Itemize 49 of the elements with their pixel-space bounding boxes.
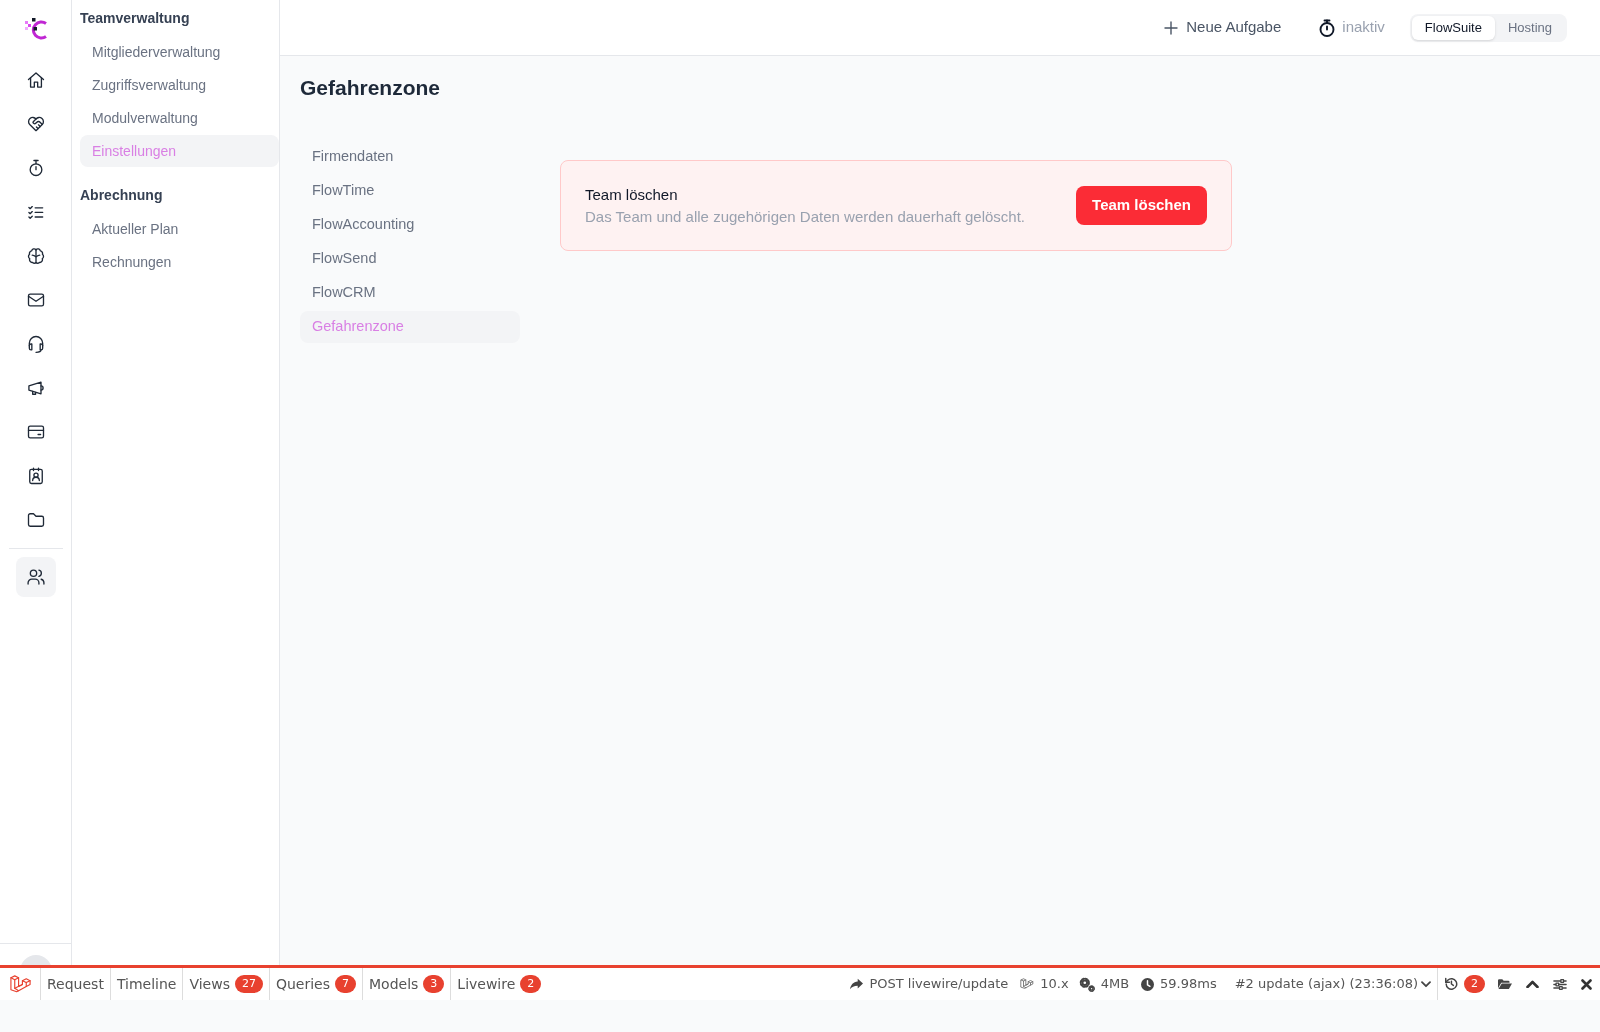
page-title: Gefahrenzone (300, 75, 442, 101)
section-heading: Teamverwaltung (80, 9, 191, 28)
nav-button[interactable] (15, 557, 56, 597)
count-badge: 7 (335, 975, 356, 993)
home-icon (25, 70, 46, 90)
cubes-icon (1020, 977, 1035, 991)
brain-icon (25, 246, 46, 266)
count-badge: 2 (1464, 975, 1485, 993)
gears-icon (1078, 976, 1095, 992)
subnav-item[interactable]: Firmendaten (300, 141, 520, 173)
new-task-button[interactable]: Neue Aufgabe (1164, 16, 1282, 39)
history-icon[interactable] (1444, 977, 1458, 991)
version-info: 10.x (1040, 975, 1069, 994)
app-switch-tab[interactable]: Hosting (1494, 15, 1565, 40)
request-info: POST livewire/update (869, 975, 1009, 994)
memory-info: 4MB (1100, 975, 1130, 994)
users-icon (25, 567, 46, 587)
card-description: Das Team und alle zugehörigen Daten werden dauerhaft gelöscht. (585, 206, 1025, 227)
plus-icon (1164, 20, 1179, 35)
sidebar-item[interactable]: Zugriffsverwaltung (80, 69, 279, 101)
subnav-item[interactable]: FlowTime (300, 175, 520, 207)
app-switch-tab[interactable]: FlowSuite (1411, 15, 1495, 40)
count-badge: 3 (423, 975, 445, 993)
share-arrow-icon (850, 978, 864, 990)
logo-icon[interactable] (23, 17, 48, 41)
count-badge: 2 (520, 975, 542, 993)
folder-open-icon[interactable] (1498, 978, 1512, 990)
clock-icon (1141, 977, 1155, 991)
sidebar-item[interactable]: Modulverwaltung (80, 102, 279, 134)
subnav-item[interactable]: FlowAccounting (300, 209, 520, 241)
chevron-up-icon[interactable] (1526, 980, 1539, 988)
chevron-down-icon (1421, 980, 1431, 988)
sidebar-item[interactable]: Mitgliederverwaltung (80, 36, 279, 68)
timer-button[interactable]: inaktiv (1318, 16, 1385, 39)
sidebar-item[interactable]: Rechnungen (80, 246, 279, 278)
stopwatch-icon (1318, 18, 1337, 37)
duration-info: 59.98ms (1160, 975, 1217, 994)
subnav-item[interactable]: FlowSend (300, 243, 520, 275)
heart-handshake-icon (25, 114, 46, 134)
request-select[interactable]: #2 update (ajax) (23:36:08) (1234, 974, 1437, 994)
subnav-item[interactable]: FlowCRM (300, 277, 520, 309)
delete-team-button[interactable]: Team löschen (1076, 186, 1207, 225)
count-badge: 27 (234, 975, 263, 993)
sidebar-item[interactable]: Aktueller Plan (80, 213, 279, 245)
close-icon[interactable] (1581, 978, 1592, 990)
sliders-icon[interactable] (1553, 977, 1567, 991)
folder-icon (25, 510, 46, 530)
card-title: Team löschen (585, 184, 679, 205)
section-heading: Abrechnung (80, 186, 164, 205)
